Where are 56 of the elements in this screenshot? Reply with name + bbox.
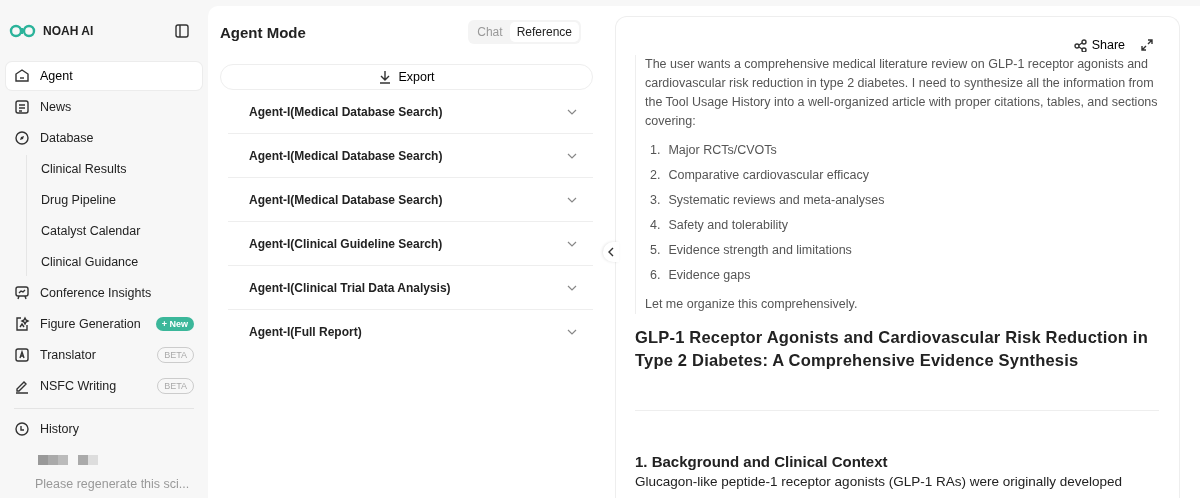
nav-item[interactable]: Figure Generation + New	[6, 310, 202, 338]
document-title: GLP-1 Receptor Agonists and Cardiovascular Risk Reduction in Type 2 Diabetes: A Comprehensive Evidence Synthesis	[635, 327, 1149, 371]
share-button[interactable]: Share	[1073, 38, 1125, 52]
brand-name: NOAH AI	[43, 24, 94, 38]
list-item: Safety and tolerability	[668, 217, 788, 234]
home-icon	[14, 68, 30, 84]
collapse-button[interactable]	[603, 242, 619, 262]
accordion-item[interactable]: Agent-I(Medical Database Search)	[228, 90, 593, 134]
list-number: 2.	[650, 167, 661, 184]
nav-subitem[interactable]: Catalyst Calendar	[35, 217, 202, 245]
list-item: Evidence gaps	[668, 267, 751, 284]
paragraph: Glucagon-like peptide-1 receptor agonists (GLP-1 RAs) were originally developed	[635, 474, 1123, 489]
translate-icon	[14, 347, 30, 363]
panel-title: Agent Mode	[220, 23, 306, 41]
accordion-item[interactable]: Agent-I(Clinical Trial Data Analysis)	[228, 266, 593, 310]
accordion-item[interactable]: Agent-I(Full Report)	[228, 310, 593, 353]
list-item: Major RCTs/CVOTs	[668, 142, 777, 159]
download-icon	[378, 70, 393, 84]
expand-icon[interactable]	[1141, 39, 1153, 51]
tab[interactable]: Reference	[509, 22, 579, 42]
list-number: 6.	[650, 267, 661, 284]
chevron-left-icon	[607, 247, 615, 257]
share-icon	[1073, 38, 1087, 52]
list-number: 1.	[650, 142, 661, 159]
new-badge: + New	[155, 317, 194, 331]
nav-item[interactable]: Conference Insights	[6, 279, 202, 307]
redacted-history-item[interactable]	[38, 455, 98, 465]
history-heading: History	[40, 422, 80, 436]
nav-item[interactable]: NSFC Writing BETA	[6, 372, 202, 400]
compass-icon	[14, 130, 30, 146]
nav-item[interactable]: Database	[6, 124, 202, 152]
list-item: Evidence strength and limitations	[668, 242, 852, 259]
image-sparkle-icon	[14, 316, 30, 332]
accordion-item[interactable]: Agent-I(Medical Database Search)	[228, 134, 593, 178]
list-number: 3.	[650, 192, 661, 209]
list-item: Systematic reviews and meta-analyses	[668, 192, 885, 209]
logo-icon	[9, 24, 37, 38]
nav-item[interactable]: News	[6, 93, 202, 121]
nav-item[interactable]: Agent	[6, 62, 202, 90]
section-heading: 1. Background and Clinical Context	[635, 453, 889, 470]
nav-subitem[interactable]: Clinical Results	[35, 155, 202, 183]
chart-board-icon	[14, 285, 30, 301]
list-number: 4.	[650, 217, 661, 234]
accordion-item[interactable]: Agent-I(Clinical Guideline Search)	[228, 222, 593, 266]
nav-subitem[interactable]: Clinical Guidance	[35, 248, 202, 276]
list-item: Comparative cardiovascular efficacy	[668, 167, 869, 184]
export-button[interactable]: Export	[220, 64, 593, 90]
document-icon	[14, 99, 30, 115]
accordion-item[interactable]: Agent-I(Medical Database Search)	[228, 178, 593, 222]
nav-subitem[interactable]: Drug Pipeline	[35, 186, 202, 214]
reasoning-text: The user wants a comprehensive medical literature review on GLP-1 receptor agonists and cardiovascular risk reduction in type 2 diabetes. I need to synthesize all the information from the Tool Usage History into a well-organized article with proper citations, tables, and sections covering:	[645, 56, 1159, 130]
sidebar-toggle-icon	[174, 23, 190, 39]
clock-icon	[14, 421, 30, 437]
reasoning-text: Let me organize this comprehensively.	[645, 296, 859, 313]
list-number: 5.	[650, 242, 661, 259]
nav-item[interactable]: Translator BETA	[6, 341, 202, 369]
